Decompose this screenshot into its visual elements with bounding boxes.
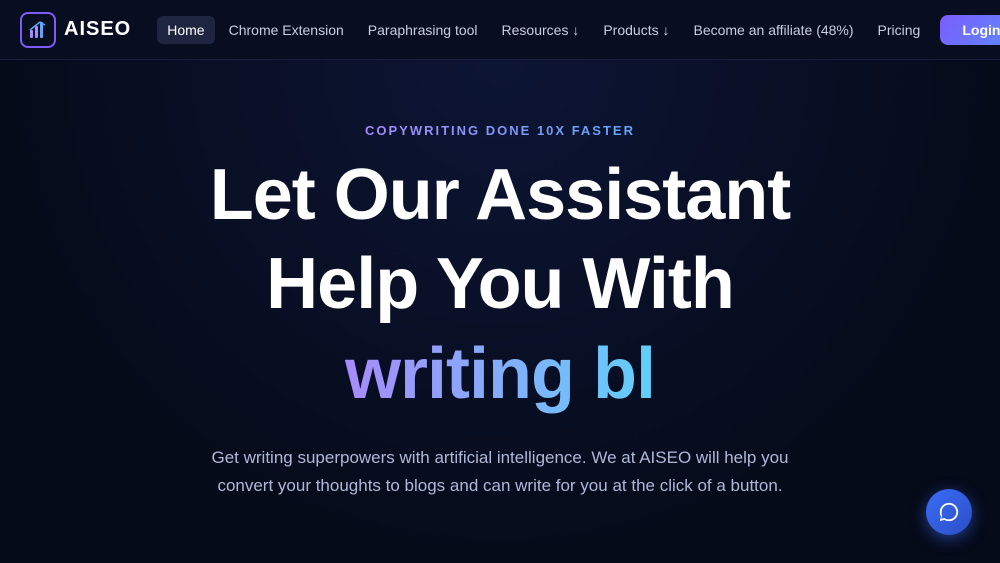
hero-title-line2: Help You With: [210, 245, 790, 324]
logo[interactable]: AISEO: [20, 12, 131, 48]
hero-tagline: COPYWRITING DONE 10X FASTER: [365, 123, 635, 138]
nav-pricing[interactable]: Pricing: [868, 16, 931, 44]
hero-title: Let Our Assistant Help You With: [210, 156, 790, 334]
nav-affiliate[interactable]: Become an affiliate (48%): [683, 16, 863, 44]
hero-animated-text: writing bl: [345, 334, 655, 414]
nav-resources[interactable]: Resources ↓: [492, 16, 590, 44]
hero-description: Get writing superpowers with artificial …: [190, 444, 810, 500]
nav-products[interactable]: Products ↓: [593, 16, 679, 44]
hero-animated-line: writing bl: [345, 335, 655, 414]
nav-home[interactable]: Home: [157, 16, 214, 44]
nav-paraphrasing-tool[interactable]: Paraphrasing tool: [358, 16, 488, 44]
hero-title-line1: Let Our Assistant: [210, 156, 790, 235]
nav-chrome-extension[interactable]: Chrome Extension: [219, 16, 354, 44]
navbar: AISEO Home Chrome Extension Paraphrasing…: [0, 0, 1000, 60]
hero-section: COPYWRITING DONE 10X FASTER Let Our Assi…: [0, 60, 1000, 563]
chat-bubble-button[interactable]: [926, 489, 972, 535]
nav-links: Home Chrome Extension Paraphrasing tool …: [157, 16, 930, 44]
logo-text: AISEO: [64, 18, 131, 41]
logo-icon: [20, 12, 56, 48]
login-button[interactable]: Login: [940, 15, 1000, 45]
nav-right: Login ⚙: [940, 15, 1000, 45]
